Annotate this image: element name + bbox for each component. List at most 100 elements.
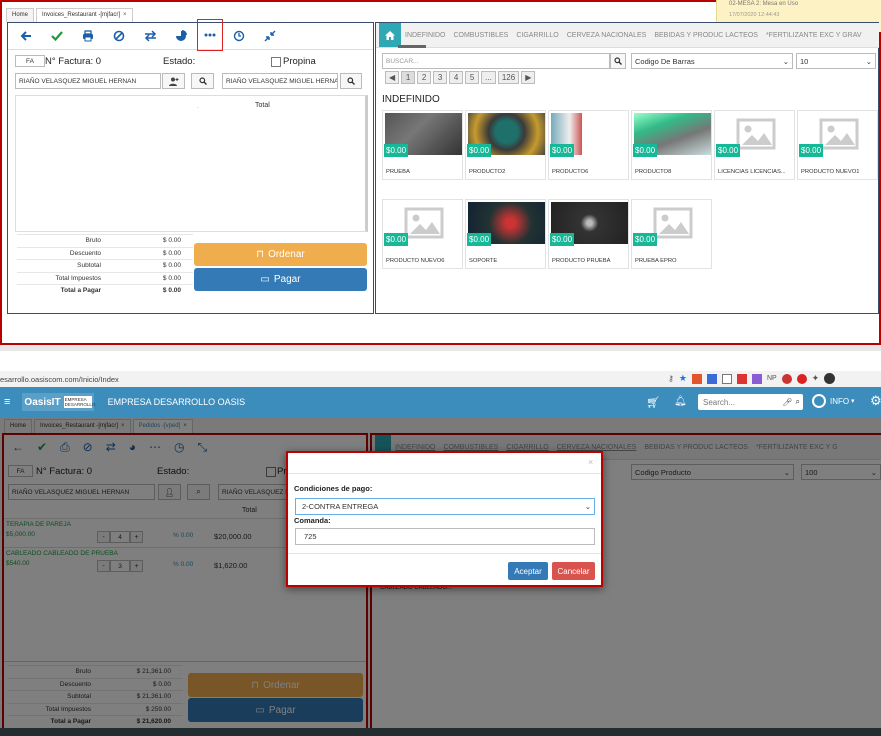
chevron-down-icon: ⌄ [865,56,872,66]
comanda-label: Comanda: [294,516,331,525]
product-card[interactable]: $0.00 SOPORTE [465,199,546,269]
clock-icon[interactable] [224,25,254,47]
product-card[interactable]: $0.00 PRODUCTO6 [548,110,629,180]
app-logo[interactable]: OasisIT EMPRESA DESARROLLO [22,393,95,411]
comanda-input[interactable]: 725 [295,528,595,545]
close-icon[interactable]: × [123,12,127,18]
accept-button[interactable]: Aceptar [508,562,548,580]
payment-condition-select[interactable]: 2-CONTRA ENTREGA ⌄ [295,498,595,515]
puzzle-icon[interactable]: ✦ [812,373,820,384]
extension-icon[interactable] [691,373,702,384]
category-tab[interactable]: *FERTILIZANTE EXC Y GRAV [762,32,866,39]
category-tab[interactable]: COMBUSTIBLES [449,32,512,39]
check-icon[interactable] [42,25,72,47]
product-price: $0.00 [467,144,492,157]
microphone-icon[interactable]: 🎤︎ [782,398,792,407]
back-arrow-icon[interactable] [11,25,41,47]
product-card[interactable]: $0.00 PRODUCTO2 [465,110,546,180]
client-input[interactable]: RIAÑO VELASQUEZ MIGUEL HERNAN [15,73,161,89]
pager-page[interactable]: 5 [465,71,480,84]
pager-page[interactable]: 2 [417,71,432,84]
adblock-icon[interactable] [796,373,807,384]
tab-home[interactable]: Home [6,8,35,22]
filter-select[interactable]: Codigo De Barras ⌄ [631,53,793,69]
client-input-2[interactable]: RIAÑO VELASQUEZ MIGUEL HERNAN [222,73,338,89]
more-options-button[interactable] [197,19,223,51]
product-price: $0.00 [550,233,575,246]
product-card[interactable]: $0.00 PRODUCTO8 [631,110,712,180]
product-card[interactable]: $0.00 PRODUCTO NUEVO1 [797,110,878,180]
bell-icon[interactable]: 🔔︎ [674,396,687,407]
exchange-icon[interactable] [135,25,165,47]
hamburger-menu-icon[interactable]: ≡ [4,396,10,408]
total-row-pagar: Total a Pagar $ 0.00 [17,284,193,297]
product-card[interactable]: $0.00 PRUEBA EPRO [631,199,712,269]
caret-down-icon[interactable]: ▾ [851,397,855,405]
pager-page[interactable]: 126 [497,71,520,84]
product-card[interactable]: $0.00 PRUEBA [382,110,463,180]
cart-icon[interactable]: 🛒︎ [646,396,660,409]
pager-prev[interactable]: ◀ [385,71,400,84]
product-card[interactable]: $0.00 LICENCIAS LICENCIAS... [714,110,795,180]
home-icon[interactable] [379,23,401,47]
ban-icon[interactable] [104,25,134,47]
pagar-button[interactable]: ▭Pagar [194,268,367,291]
product-card[interactable]: $0.00 PRODUCTO PRUEBA [548,199,629,269]
tab-invoices[interactable]: Invoices_Restaurant -[mjfacr]× [36,8,133,22]
search-icon[interactable]: ⌕ [796,397,800,407]
pager-next[interactable]: ▶ [521,71,536,84]
extension-icon[interactable] [721,373,732,384]
page-size-select[interactable]: 10 ⌄ [796,53,876,69]
pager-page[interactable]: 3 [433,71,448,84]
tab-scroll-indicator[interactable] [398,45,426,48]
product-search-button[interactable] [610,53,626,69]
url-text[interactable]: esarrollo.oasiscom.com/Inicio/Index [0,375,119,384]
extension-icon[interactable] [751,373,762,384]
category-tab[interactable]: BEBIDAS Y PRODUC LACTEOS [650,32,762,39]
total-key: Total Impuestos [55,274,101,282]
total-row-descuento: Descuento $ 0.00 [17,246,193,260]
np-extension[interactable]: NP [767,375,777,382]
add-user-button[interactable] [162,73,185,89]
extension-icon[interactable] [706,373,717,384]
gear-icon[interactable]: ⚙ [870,393,881,409]
user-avatar-icon[interactable] [812,394,826,408]
estado-label: Estado: [163,56,196,67]
browser-tabstrip [0,351,881,371]
pager-page[interactable]: 4 [449,71,464,84]
product-search-input[interactable]: BUSCAR... [382,53,610,69]
doc-type-select[interactable]: FA [15,55,45,67]
ordenar-label: Ordenar [268,249,305,260]
propina-checkbox[interactable] [271,57,281,67]
category-tab[interactable]: CIGARRILLO [512,32,562,39]
extension-icon[interactable] [736,373,747,384]
search-client-button-2[interactable] [340,73,362,89]
cancel-button[interactable]: Cancelar [552,562,595,580]
star-icon[interactable]: ★ [679,373,687,384]
category-tab[interactable]: CERVEZA NACIONALES [563,32,651,39]
user-menu[interactable]: INFO [830,397,849,406]
product-price: $0.00 [633,233,658,246]
print-icon[interactable] [73,25,103,47]
category-tab[interactable]: INDEFINIDO [401,32,449,39]
pager-page[interactable]: 1 [401,71,416,84]
ordenar-button[interactable]: ⊓Ordenar [194,243,367,266]
invoice-panel: FA N° Factura: 0 Estado: Propina RIAÑO V… [7,19,374,314]
invoice-lines-area[interactable]: Total . [15,95,368,232]
footer-bar [0,728,881,736]
propina-label: Propina [283,56,316,67]
product-card[interactable]: $0.00 PRODUCTO NUEVO6 [382,199,463,269]
key-icon[interactable]: ⚷ [668,374,674,383]
total-value: $ 0.00 [162,262,181,270]
search-client-button[interactable] [191,73,214,89]
compress-icon[interactable] [255,25,285,47]
image-placeholder-icon: $0.00 [799,113,877,157]
product-image: $0.00 [550,202,628,246]
pie-chart-icon[interactable] [166,25,196,47]
product-name: PRODUCTO PRUEBA [552,258,611,264]
profile-avatar[interactable] [824,373,836,384]
header-search-input[interactable]: Search... 🎤︎ ⌕ [698,394,803,410]
product-price: $0.00 [633,144,658,157]
extension-icon[interactable] [781,373,792,384]
dialog-close-icon[interactable]: × [588,457,593,467]
